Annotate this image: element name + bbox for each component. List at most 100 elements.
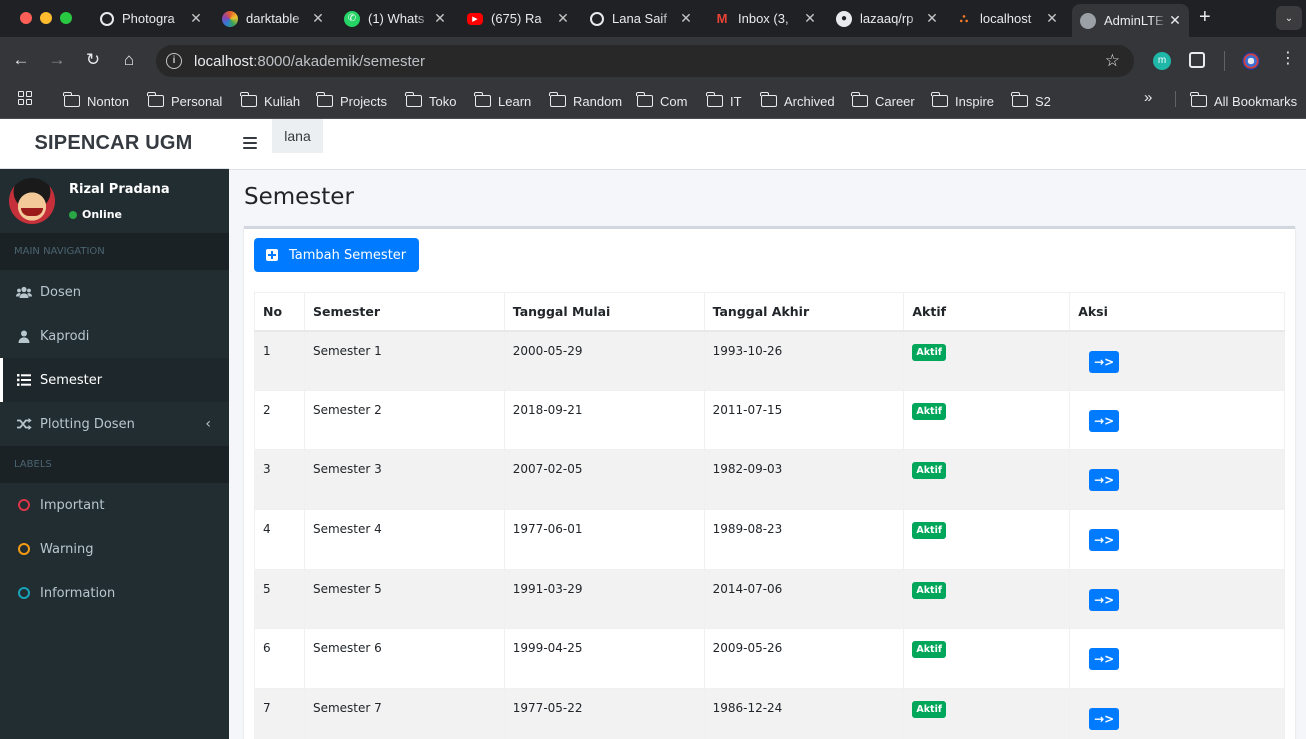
browser-menu-icon[interactable]: ⋮ [1280, 51, 1296, 69]
detail-arrow-button[interactable]: →> [1089, 588, 1120, 611]
bookmark-folder[interactable]: Kuliah [240, 91, 300, 111]
column-header-tanggal-mulai[interactable]: Tanggal Mulai [503, 292, 705, 332]
bookmark-folder[interactable]: Toko [405, 91, 456, 111]
bookmark-folder[interactable]: Random [549, 91, 622, 111]
detail-arrow-button[interactable]: →> [1089, 648, 1120, 671]
profile-avatar-icon[interactable] [1242, 52, 1260, 70]
close-tab-icon[interactable]: ✕ [1167, 12, 1183, 29]
extension-m-icon[interactable]: m [1153, 52, 1171, 70]
sidebar-label-important[interactable]: Important [0, 483, 229, 527]
hamburger-menu-icon[interactable] [243, 137, 257, 149]
browser-tab[interactable]: ● lazaaq/rp ✕ [828, 4, 946, 33]
cell-semester: Semester 5 [303, 568, 505, 630]
bookmark-folder[interactable]: S2 [1011, 91, 1051, 111]
minimize-window-button[interactable] [40, 12, 52, 24]
sidebar-item-kaprodi[interactable]: Kaprodi [0, 314, 229, 358]
close-tab-icon[interactable]: ✕ [1044, 10, 1060, 27]
labels-section-header: LABELS [0, 446, 229, 483]
cell-aktif: Aktif [903, 628, 1071, 690]
detail-arrow-button[interactable]: →> [1089, 708, 1120, 731]
close-tab-icon[interactable]: ✕ [188, 10, 204, 27]
bookmark-folder[interactable]: Projects [316, 91, 387, 111]
tab-title: localhost [980, 11, 1032, 26]
home-button[interactable]: ⌂ [119, 50, 139, 70]
table-row: 4 Semester 4 1977-06-01 1989-08-23 Aktif… [254, 509, 1285, 570]
add-semester-button[interactable]: Tambah Semester [254, 238, 420, 272]
back-button[interactable]: ← [11, 50, 31, 70]
cell-aktif: Aktif [903, 449, 1071, 511]
browser-tab-active[interactable]: AdminLTE ✕ [1072, 4, 1189, 37]
detail-arrow-button[interactable]: →> [1089, 529, 1120, 552]
tab-search-button[interactable]: ⌄ [1276, 6, 1302, 30]
browser-tab[interactable]: ⛬ localhost ✕ [948, 4, 1066, 33]
close-tab-icon[interactable]: ✕ [555, 10, 571, 27]
status-badge: Aktif [912, 343, 946, 361]
sidebar-item-dosen[interactable]: Dosen [0, 270, 229, 314]
close-tab-icon[interactable]: ✕ [432, 10, 448, 27]
cell-aktif: Aktif [903, 389, 1071, 451]
bookmark-folder[interactable]: Career [851, 91, 915, 111]
bookmark-star-icon[interactable]: ☆ [1105, 51, 1120, 71]
column-header-aktif[interactable]: Aktif [903, 292, 1071, 332]
all-bookmarks-folder[interactable]: All Bookmarks [1190, 91, 1297, 111]
bookmark-folder[interactable]: Learn [474, 91, 531, 111]
cell-aksi: →> [1069, 688, 1285, 739]
apps-grid-icon[interactable] [18, 91, 32, 105]
reload-button[interactable]: ↻ [83, 50, 103, 70]
status-badge: Aktif [912, 641, 946, 659]
browser-tab[interactable]: M Inbox (3, ✕ [706, 4, 824, 33]
close-tab-icon[interactable]: ✕ [802, 10, 818, 27]
brand-logo[interactable]: SIPENCAR UGM [0, 119, 229, 169]
forward-button[interactable]: → [47, 50, 67, 70]
tab-title: lazaaq/rp [860, 11, 914, 26]
bookmark-folder[interactable]: Archived [760, 91, 835, 111]
cell-tanggal-mulai: 2007-02-05 [503, 449, 705, 511]
cell-aksi: →> [1069, 509, 1285, 570]
detail-arrow-button[interactable]: →> [1089, 469, 1120, 492]
close-tab-icon[interactable]: ✕ [924, 10, 940, 27]
detail-arrow-button[interactable]: →> [1089, 350, 1120, 373]
browser-tab[interactable]: Photogra ✕ [92, 4, 210, 33]
sidebar-item-label: Kaprodi [40, 328, 90, 344]
semester-table: No Semester Tanggal Mulai Tanggal Akhir … [254, 292, 1285, 739]
browser-tab[interactable]: Lana Saif ✕ [582, 4, 700, 33]
column-header-aksi: Aksi [1069, 292, 1285, 332]
sidebar-label-warning[interactable]: Warning [0, 527, 229, 571]
close-tab-icon[interactable]: ✕ [310, 10, 326, 27]
bookmark-folder[interactable]: Personal [147, 91, 222, 111]
sidebar-item-plotting-dosen[interactable]: Plotting Dosen ‹ [0, 402, 229, 446]
bookmark-folder[interactable]: IT [706, 91, 742, 111]
url-text[interactable]: localhost:8000/akademik/semester [194, 53, 425, 70]
bookmark-folder[interactable]: Nonton [63, 91, 129, 111]
tab-title: AdminLTE [1104, 13, 1164, 28]
sidebar-item-semester[interactable]: Semester [0, 358, 229, 402]
cell-aksi: →> [1069, 389, 1285, 451]
top-user-tab[interactable]: lana [272, 119, 323, 153]
browser-tab[interactable]: darktable ✕ [214, 4, 332, 33]
site-info-icon[interactable]: i [166, 53, 182, 69]
maximize-window-button[interactable] [60, 12, 72, 24]
cell-no: 4 [254, 509, 305, 570]
cell-no: 1 [254, 330, 305, 391]
address-bar[interactable]: i localhost:8000/akademik/semester ☆ [156, 45, 1134, 77]
browser-tab[interactable]: ✆ (1) Whats ✕ [336, 4, 454, 33]
bookmark-folder[interactable]: Inspire [931, 91, 994, 111]
browser-tab[interactable]: ▶ (675) Ra ✕ [459, 4, 577, 33]
close-window-button[interactable] [20, 12, 32, 24]
close-tab-icon[interactable]: ✕ [678, 10, 694, 27]
chevron-left-icon: ‹ [205, 416, 211, 432]
status-badge: Aktif [912, 701, 946, 719]
cell-tanggal-mulai: 1977-05-22 [503, 688, 705, 739]
column-header-no[interactable]: No [254, 292, 305, 332]
new-tab-button[interactable]: + [1199, 7, 1211, 27]
folder-icon [706, 92, 723, 107]
more-bookmarks-chevron-icon[interactable]: » [1144, 89, 1152, 106]
extensions-puzzle-icon[interactable] [1189, 52, 1205, 68]
table-row: 2 Semester 2 2018-09-21 2011-07-15 Aktif… [254, 389, 1285, 451]
column-header-tanggal-akhir[interactable]: Tanggal Akhir [703, 292, 905, 332]
detail-arrow-button[interactable]: →> [1089, 409, 1120, 432]
bookmark-folder[interactable]: Com [636, 91, 687, 111]
sidebar-label-information[interactable]: Information [0, 571, 229, 615]
cell-tanggal-akhir: 1982-09-03 [703, 449, 905, 511]
column-header-semester[interactable]: Semester [303, 292, 505, 332]
